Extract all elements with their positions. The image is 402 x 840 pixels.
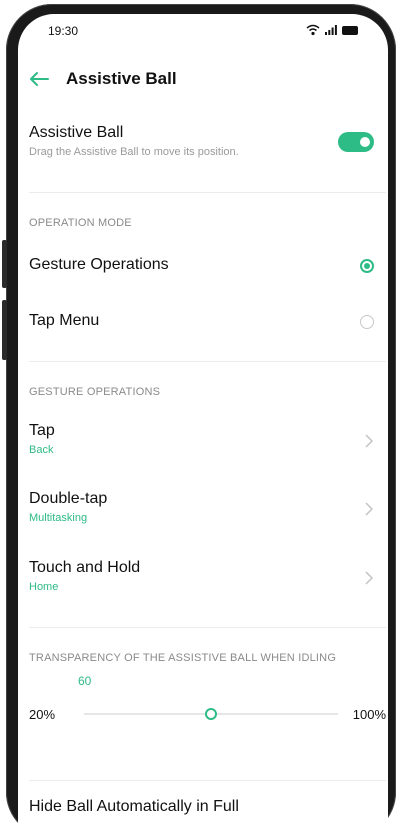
signal-icon bbox=[325, 25, 337, 35]
divider bbox=[29, 780, 386, 781]
app-header: Assistive Ball bbox=[28, 66, 382, 92]
slider-max-label: 100% bbox=[352, 707, 386, 722]
side-button bbox=[2, 240, 7, 288]
status-bar: 19:30 bbox=[48, 24, 358, 42]
transparency-slider[interactable] bbox=[84, 708, 338, 720]
divider bbox=[29, 627, 386, 628]
back-arrow-icon[interactable] bbox=[28, 70, 50, 88]
section-header-transparency: TRANSPARENCY OF THE ASSISTIVE BALL WHEN … bbox=[29, 652, 337, 664]
radio-unselected[interactable] bbox=[360, 315, 374, 329]
toggle-knob bbox=[360, 137, 370, 147]
slider-value: 60 bbox=[78, 674, 92, 688]
chevron-right-icon bbox=[365, 571, 374, 585]
section-header-operation-mode: OPERATION MODE bbox=[29, 217, 132, 229]
gesture-item-tap[interactable]: Tap Back bbox=[29, 422, 386, 462]
slider-min-label: 20% bbox=[29, 707, 56, 722]
gesture-item-double-tap[interactable]: Double-tap Multitasking bbox=[29, 490, 386, 530]
status-time: 19:30 bbox=[48, 24, 79, 38]
chevron-right-icon bbox=[365, 434, 374, 448]
gesture-item-value: Back bbox=[29, 444, 54, 456]
page-title: Assistive Ball bbox=[66, 69, 177, 88]
divider bbox=[29, 192, 386, 193]
radio-selected[interactable] bbox=[360, 259, 374, 273]
section-header-gesture-operations: GESTURE OPERATIONS bbox=[29, 386, 161, 398]
wifi-icon bbox=[306, 24, 320, 36]
gesture-item-touch-and-hold[interactable]: Touch and Hold Home bbox=[29, 559, 386, 599]
option-label: Tap Menu bbox=[29, 312, 100, 329]
divider bbox=[29, 361, 386, 362]
option-tap-menu[interactable]: Tap Menu bbox=[29, 312, 386, 334]
battery-icon bbox=[342, 25, 358, 35]
option-gesture-operations[interactable]: Gesture Operations bbox=[29, 256, 386, 278]
slider-thumb[interactable] bbox=[205, 708, 217, 720]
gesture-item-value: Home bbox=[29, 581, 59, 593]
gesture-item-label: Tap bbox=[29, 422, 55, 439]
assistive-ball-description: Drag the Assistive Ball to move its posi… bbox=[29, 146, 239, 158]
side-button bbox=[2, 300, 7, 360]
chevron-right-icon bbox=[365, 502, 374, 516]
gesture-item-label: Touch and Hold bbox=[29, 559, 141, 576]
hide-ball-label[interactable]: Hide Ball Automatically in Full bbox=[29, 798, 239, 816]
assistive-ball-toggle[interactable] bbox=[338, 132, 374, 152]
gesture-item-label: Double-tap bbox=[29, 490, 108, 507]
assistive-ball-row[interactable]: Assistive Ball Drag the Assistive Ball t… bbox=[29, 124, 386, 168]
option-label: Gesture Operations bbox=[29, 256, 169, 273]
assistive-ball-label: Assistive Ball bbox=[29, 124, 124, 141]
gesture-item-value: Multitasking bbox=[29, 512, 88, 524]
